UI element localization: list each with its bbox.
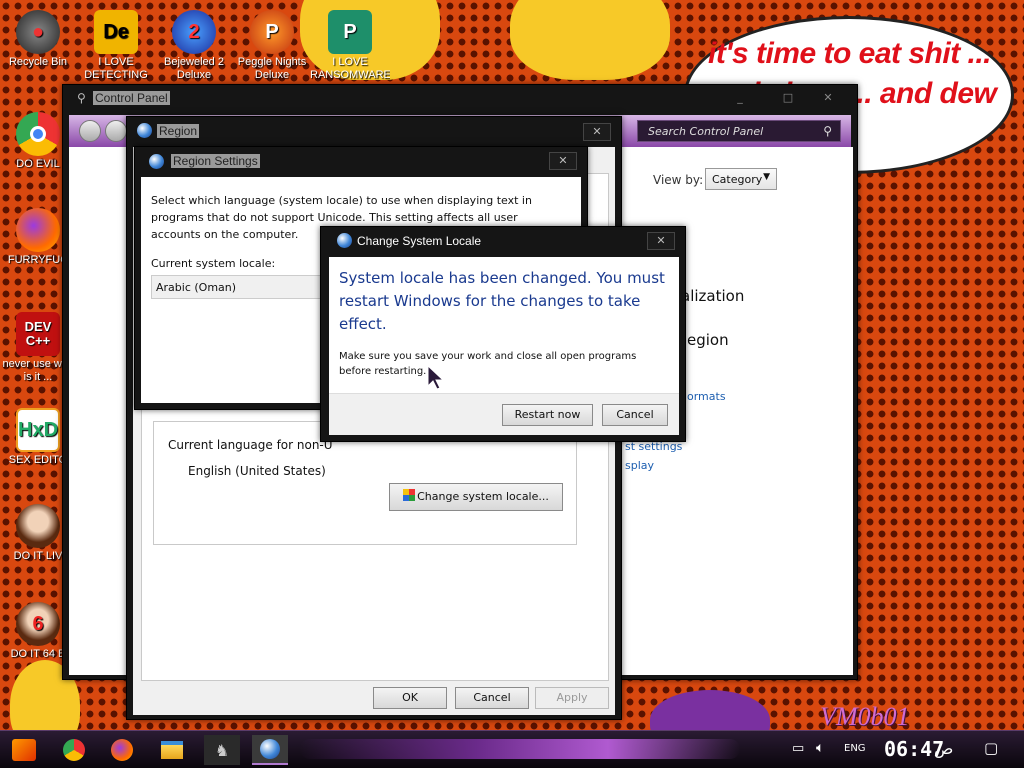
change-system-locale-dialog: Change System Locale ✕ System locale has… [320,226,686,442]
change-locale-body: Make sure you save your work and close a… [339,351,637,377]
search-input[interactable]: Search Control Panel ⚲ [637,120,841,142]
change-system-locale-label: Change system locale... [417,490,549,503]
search-icon: ⚲ [823,124,832,138]
change-locale-titlebar: Change System Locale ✕ [321,227,685,255]
change-system-locale-button[interactable]: Change system locale... [389,483,563,511]
network-icon[interactable]: ▭ [792,741,804,756]
non-unicode-language-label: Current language for non-U [168,438,333,452]
restart-now-button[interactable]: Restart now [502,404,593,426]
region-settings-title: Region Settings [171,154,260,168]
firefox-icon [16,208,60,252]
mouse-cursor-icon [428,366,445,390]
start-button[interactable] [6,735,42,765]
devcpp-icon: DEV C++ [16,312,60,356]
taskbar-control-panel-button[interactable] [252,735,288,765]
desktop-icon-bejeweled[interactable]: 2 Bejeweled 2 Deluxe [154,10,234,82]
bejeweled-icon: 2 [172,10,216,54]
current-locale-label: Current system locale: [151,257,276,270]
desktop-icon-publisher[interactable]: P I LOVE RANSOMWARE [310,10,390,82]
link-display-partial[interactable]: splay [625,459,654,472]
desktop-icon-peggle[interactable]: P Peggle Nights Deluxe [232,10,312,82]
detect-it-easy-icon: De [94,10,138,54]
change-locale-close-button[interactable]: ✕ [647,232,675,250]
change-locale-content: System locale has been changed. You must… [329,257,679,435]
window-title: Control Panel [93,91,170,105]
taskbar-firefox-button[interactable] [104,735,140,765]
chrome-icon [63,739,85,761]
change-locale-globe-icon [337,233,352,248]
control-panel-icon [260,739,280,759]
maximize-button[interactable]: □ [775,89,801,107]
control-panel-icon: ⚲ [77,91,86,105]
taskbar-app-button[interactable]: ♞ [204,735,240,765]
portrait-64-icon: 6 [16,602,60,646]
region-title: Region [157,124,200,138]
start-icon [12,739,36,761]
close-button[interactable]: ✕ [815,89,841,107]
view-by-value: Category [712,173,763,186]
clock-ampm: ص [934,739,954,758]
firefox-icon [111,739,133,761]
non-unicode-language-value: English (United States) [188,464,326,478]
apply-button[interactable]: Apply [535,687,609,709]
publisher-icon: P [328,10,372,54]
cursor-app-icon: ♞ [214,740,230,760]
region-settings-globe-icon [149,154,164,169]
current-locale-value: Arabic (Oman) [156,281,237,294]
ok-button[interactable]: OK [373,687,447,709]
notifications-icon[interactable]: ▢ [984,739,998,757]
region-settings-titlebar: Region Settings ✕ [135,147,587,175]
category-region-partial[interactable]: egion [687,331,729,349]
locale-cancel-button[interactable]: Cancel [602,404,668,426]
wallpaper-watermark: VM0b01 [820,702,910,731]
search-placeholder: Search Control Panel [648,125,764,138]
file-explorer-icon [161,741,183,759]
cancel-button[interactable]: Cancel [455,687,529,709]
peggle-icon: P [250,10,294,54]
view-by-dropdown[interactable]: Category ▼ [705,168,777,190]
hxd-icon: HxD [16,408,60,452]
control-panel-titlebar: ⚲ Control Panel _ □ ✕ [63,85,857,113]
category-personalization-partial[interactable]: alization [681,287,744,305]
link-formats-partial[interactable]: ormats [687,390,726,403]
forward-arrow-icon[interactable] [105,120,127,142]
volume-icon[interactable]: 🔈︎ [816,740,824,756]
minimize-button[interactable]: _ [727,89,753,107]
region-settings-close-button[interactable]: ✕ [549,152,577,170]
chrome-icon [16,112,60,156]
change-locale-title: Change System Locale [357,234,482,248]
desktop-icon-detect[interactable]: De I LOVE DETECTING [76,10,156,82]
region-close-button[interactable]: ✕ [583,123,611,141]
chevron-down-icon: ▼ [763,172,770,182]
taskbar-decoration [300,739,740,759]
language-indicator[interactable]: ENG [844,743,866,754]
region-titlebar: Region ✕ [127,117,621,145]
wallpaper-flame [510,0,670,80]
current-locale-field: Arabic (Oman) [151,275,331,299]
taskbar: ♞ ▭ 🔈︎ ENG 06:47 ص ▢ [0,730,1024,768]
change-locale-footer: Restart now Cancel [329,393,679,435]
view-by-label: View by: [653,173,704,187]
shield-icon [403,489,416,501]
region-globe-icon [137,123,152,138]
change-locale-headline: System locale has been changed. You must… [339,269,665,333]
back-arrow-icon[interactable] [79,120,101,142]
portrait-icon [16,504,60,548]
desktop-icon-recycle-bin[interactable]: ● Recycle Bin [0,10,78,69]
taskbar-chrome-button[interactable] [56,735,92,765]
recycle-bin-icon: ● [16,10,60,54]
taskbar-file-explorer-button[interactable] [154,735,190,765]
